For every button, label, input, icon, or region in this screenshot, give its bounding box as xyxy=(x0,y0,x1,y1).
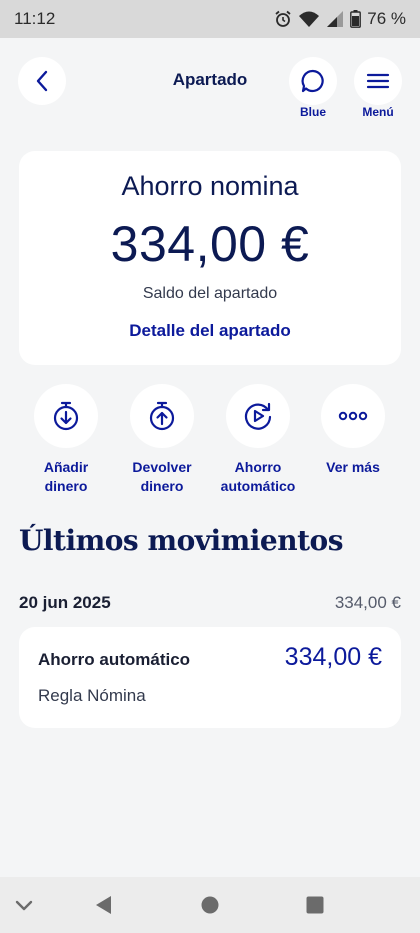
stopwatch-up-icon xyxy=(149,401,175,431)
header: Apartado Blue Menú xyxy=(0,56,420,122)
movement-title: Ahorro automático xyxy=(38,650,191,669)
status-time: 11:12 xyxy=(14,9,56,28)
chat-button-label[interactable]: Blue xyxy=(283,105,343,119)
menu-button-label[interactable]: Menú xyxy=(348,105,408,119)
status-bar: 11:12 76 % xyxy=(0,0,420,38)
movement-date-row: 20 jun 2025 334,00 € xyxy=(19,593,401,613)
status-icons: 76 % xyxy=(274,9,406,29)
back-button[interactable] xyxy=(18,57,66,105)
battery-percent: 76 % xyxy=(367,9,406,28)
return-money-label-1: Devolver xyxy=(132,459,192,475)
auto-save-label-1: Ahorro xyxy=(234,459,282,475)
movement-item[interactable]: Ahorro automático 334,00 € Regla Nómina xyxy=(19,627,401,728)
back-triangle-icon[interactable] xyxy=(94,895,114,915)
signal-icon xyxy=(327,11,344,27)
movement-subtitle: Regla Nómina xyxy=(38,686,146,705)
system-nav-bar xyxy=(0,877,420,933)
page-title: Apartado xyxy=(172,70,248,89)
movement-amount: 334,00 € xyxy=(284,643,382,671)
auto-save-action[interactable]: Ahorro automático xyxy=(210,384,306,496)
recents-square-icon[interactable] xyxy=(305,895,325,915)
movement-date: 20 jun 2025 xyxy=(19,593,111,612)
menu-button[interactable] xyxy=(354,57,402,105)
add-money-action[interactable]: Añadir dinero xyxy=(18,384,114,496)
add-money-label-2: dinero xyxy=(44,478,88,494)
account-name: Ahorro nomina xyxy=(121,171,299,201)
auto-play-icon xyxy=(244,402,272,430)
home-circle-icon[interactable] xyxy=(200,895,220,915)
movements-title: Últimos movimientos xyxy=(19,524,343,557)
auto-save-label-2: automático xyxy=(220,478,296,494)
alarm-icon xyxy=(275,10,291,27)
chevron-down-icon[interactable] xyxy=(14,899,34,913)
quick-actions: Añadir dinero Devolver dinero Ahorro aut… xyxy=(0,384,420,504)
chat-bubble-icon xyxy=(301,69,324,93)
wifi-icon xyxy=(299,11,320,27)
see-more-button[interactable] xyxy=(321,384,385,448)
auto-save-button[interactable] xyxy=(226,384,290,448)
movement-date-total: 334,00 € xyxy=(334,593,401,612)
see-more-label: Ver más xyxy=(326,459,380,475)
return-money-action[interactable]: Devolver dinero xyxy=(114,384,210,496)
return-money-button[interactable] xyxy=(130,384,194,448)
add-money-label-1: Añadir xyxy=(43,459,89,475)
more-dots-icon xyxy=(338,411,368,421)
hamburger-menu-icon xyxy=(366,73,390,89)
see-more-action[interactable]: Ver más xyxy=(305,384,401,477)
return-money-label-2: dinero xyxy=(140,478,184,494)
add-money-button[interactable] xyxy=(34,384,98,448)
battery-icon xyxy=(350,10,362,28)
chevron-left-icon xyxy=(36,70,48,92)
balance-card: Ahorro nomina 334,00 € Saldo del apartad… xyxy=(19,151,401,365)
detail-link[interactable]: Detalle del apartado xyxy=(19,321,401,341)
chat-button[interactable] xyxy=(289,57,337,105)
stopwatch-down-icon xyxy=(53,401,79,431)
balance-label: Saldo del apartado xyxy=(142,285,278,302)
balance-amount: 334,00 € xyxy=(110,216,310,272)
